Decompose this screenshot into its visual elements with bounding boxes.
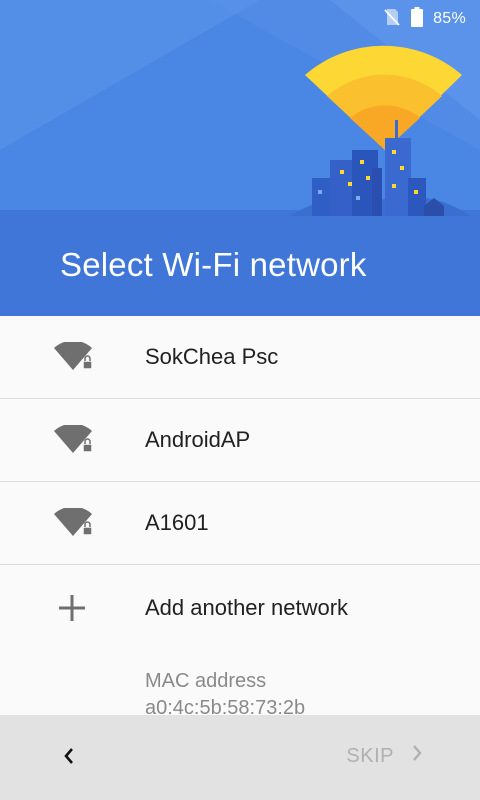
network-list: SokChea Psc AndroidAP A1601 Add another … — [0, 316, 480, 651]
mac-address-label: MAC address — [145, 670, 267, 692]
no-sim-icon — [383, 8, 401, 31]
back-button[interactable] — [52, 741, 86, 775]
network-ssid: A1601 — [145, 510, 209, 535]
network-ssid: AndroidAP — [145, 427, 251, 452]
skip-button[interactable]: SKIP — [346, 743, 424, 769]
add-network-label: Add another network — [145, 595, 349, 620]
network-item[interactable]: A1601 — [0, 482, 480, 565]
add-network-button[interactable]: Add another network — [0, 565, 480, 651]
wifi-lock-icon — [0, 342, 145, 372]
battery-percent: 85% — [433, 10, 466, 27]
battery-icon — [411, 6, 424, 32]
header: 85% Select Wi-Fi network — [0, 0, 480, 316]
status-bar: 85% — [383, 0, 480, 38]
mac-address: MAC address a0:4c:5b:58:73:2b — [145, 668, 305, 722]
chevron-left-icon — [62, 746, 76, 771]
wifi-lock-icon — [0, 508, 145, 538]
network-item[interactable]: SokChea Psc — [0, 316, 480, 399]
skip-label: SKIP — [346, 744, 394, 767]
page-title: Select Wi-Fi network — [60, 246, 367, 283]
network-ssid: SokChea Psc — [145, 344, 279, 369]
bottom-nav-bar: SKIP — [0, 715, 480, 800]
plus-icon — [0, 594, 145, 622]
chevron-right-icon — [410, 743, 424, 769]
network-item[interactable]: AndroidAP — [0, 399, 480, 482]
wifi-lock-icon — [0, 425, 145, 455]
